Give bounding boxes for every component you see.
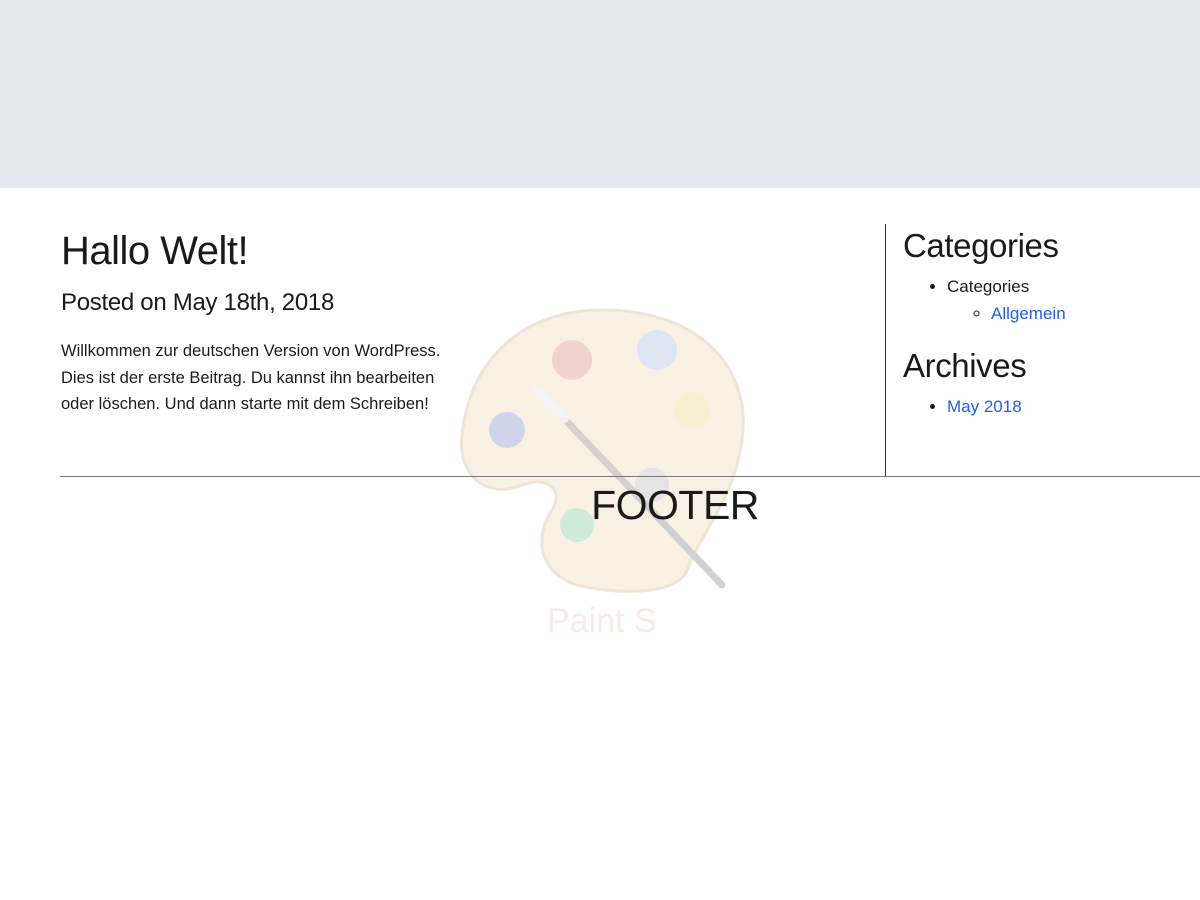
category-parent: Categories Allgemein (947, 273, 1193, 327)
sidebar-divider (885, 224, 886, 476)
category-parent-label: Categories (947, 277, 1030, 296)
sidebar: Categories Categories Allgemein Archives… (903, 225, 1193, 420)
post-body: Willkommen zur deutschen Version von Wor… (61, 342, 441, 414)
archive-link-may-2018[interactable]: May 2018 (947, 397, 1022, 416)
footer-label: FOOTER (591, 482, 759, 528)
categories-list: Categories Allgemein (903, 273, 1193, 327)
footer-divider (60, 476, 1200, 477)
archives-widget: Archives May 2018 (903, 345, 1193, 420)
archives-title: Archives (903, 347, 1027, 384)
page: Paint S Hallo Welt! Posted on May 18th, … (0, 0, 1200, 900)
categories-widget: Categories Categories Allgemein (903, 225, 1193, 327)
post: Hallo Welt! Posted on May 18th, 2018 Wil… (61, 226, 461, 418)
paint-palette-icon (459, 308, 745, 593)
post-title: Hallo Welt! (61, 229, 249, 273)
category-sublist: Allgemein (947, 300, 1193, 327)
list-item: May 2018 (947, 393, 1193, 420)
archives-list: May 2018 (903, 393, 1193, 420)
paint-palette-watermark: Paint S (452, 300, 752, 645)
post-date: Posted on May 18th, 2018 (61, 289, 334, 316)
watermark-text: Paint S (547, 602, 657, 640)
list-item: Allgemein (991, 300, 1193, 327)
header-banner (0, 0, 1200, 188)
categories-title: Categories (903, 227, 1059, 264)
category-link-allgemein[interactable]: Allgemein (991, 304, 1066, 323)
